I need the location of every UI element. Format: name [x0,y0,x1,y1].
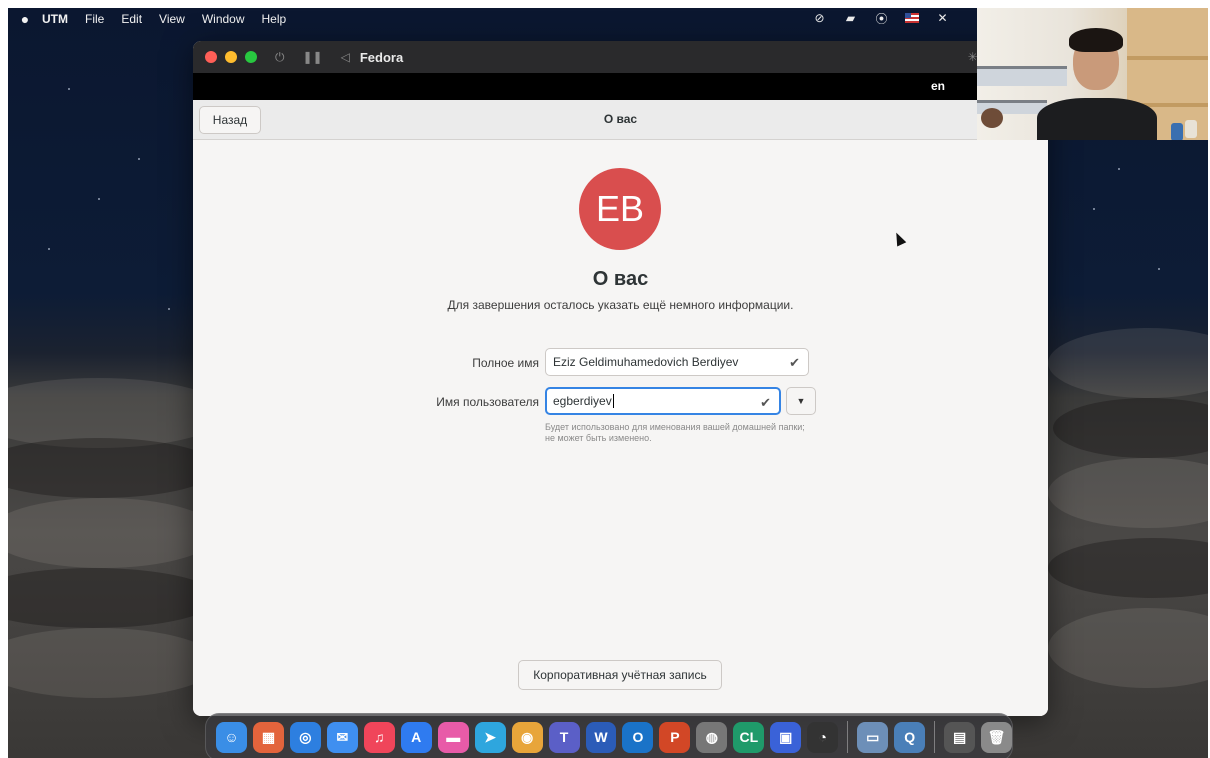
page-subtitle: Для завершения осталось указать ещё немн… [447,298,794,312]
about-you-page: EB О вас Для завершения осталось указать… [193,140,1048,716]
dock-preview-icon[interactable]: ▭ [857,721,889,753]
input-source-flag-icon[interactable] [905,13,919,23]
vpn-icon[interactable]: ⊘ [812,11,827,25]
username-field[interactable]: egberdiyev ✔ [545,387,781,415]
username-label: Имя пользователя [436,395,539,409]
dock-separator [934,721,936,753]
bluetooth-icon[interactable]: ✕ [935,11,950,25]
checkmark-icon: ✔ [760,395,771,410]
dock-trash-icon[interactable]: 🗑 [981,721,1013,753]
avatar[interactable]: EB [579,168,661,250]
dock-telegram-icon[interactable]: ➤ [474,721,506,753]
desktop: ● UTM File Edit View Window Help ⊘ ▰ ⦿ ✕… [8,8,1208,758]
dock-teams-icon[interactable]: T [548,721,580,753]
dock-mail-icon[interactable]: ✉ [326,721,358,753]
menu-help[interactable]: Help [262,12,287,26]
username-hint: Будет использовано для именования вашей … [545,422,805,443]
screen-share-icon[interactable]: ▰ [843,11,858,25]
menu-view[interactable]: View [159,12,185,26]
checkmark-icon: ✔ [789,355,800,370]
utm-titlebar: ⏻ ❚❚ ◁ Fedora ✳ ⤡ ▯ [193,41,1048,73]
dock-downloads-icon[interactable]: ▤ [944,721,976,753]
gnome-top-bar: en [193,73,1048,100]
dock-utm-icon[interactable]: ▣ [770,721,802,753]
headerbar-title: О вас [603,112,638,126]
dock-chrome-icon[interactable]: ◉ [511,721,543,753]
dock-disk-utility-icon[interactable]: ◍ [696,721,728,753]
fullname-label: Полное имя [472,356,539,370]
chevron-down-icon: ▼ [796,396,806,406]
dock-separator [847,721,849,753]
fullname-value: Eziz Geldimuhamedovich Berdiyev [553,355,739,369]
menu-app-name[interactable]: UTM [42,12,68,26]
setup-headerbar: Назад О вас [193,100,1048,140]
enterprise-login-button[interactable]: Корпоративная учётная запись [518,660,722,690]
minimize-window-button[interactable] [225,51,237,63]
username-dropdown-button[interactable]: ▼ [786,387,816,415]
utm-window: ⏻ ❚❚ ◁ Fedora ✳ ⤡ ▯ en Назад О вас EB О … [193,41,1048,716]
menu-window[interactable]: Window [202,12,245,26]
menubar-status-area: ⊘ ▰ ⦿ ✕ [812,11,950,26]
macos-dock: ☺ ▦ ◎ ✉ ♫ A ▬ ➤ ◉ T W O P ◍ CL ▣ ◔ ▭ Q ▤ 🗑 [205,713,1013,758]
dock-safari-icon[interactable]: ◎ [289,721,321,753]
dock-clion-icon[interactable]: CL [733,721,765,753]
page-title: О вас [592,268,649,290]
dock-music-icon[interactable]: ♫ [363,721,395,753]
restart-icon[interactable]: ◁ [341,50,350,64]
dock-word-icon[interactable]: W [585,721,617,753]
close-window-button[interactable] [205,51,217,63]
keyboard-layout-indicator[interactable]: en [931,79,945,93]
power-icon[interactable]: ⏻ [275,50,285,65]
webcam-overlay [977,8,1208,140]
record-icon[interactable]: ⦿ [874,11,889,26]
menu-file[interactable]: File [85,12,104,26]
dock-messages-icon[interactable]: ▬ [437,721,469,753]
dock-app-store-icon[interactable]: A [400,721,432,753]
dock-finder-icon[interactable]: ☺ [216,721,247,753]
vm-title: Fedora [359,49,404,65]
dock-obs-icon[interactable]: ◔ [807,721,839,753]
fullname-field[interactable]: Eziz Geldimuhamedovich Berdiyev ✔ [545,348,809,376]
dock-quicktime-icon[interactable]: Q [894,721,926,753]
dock-powerpoint-icon[interactable]: P [659,721,691,753]
dock-outlook-icon[interactable]: O [622,721,654,753]
dock-launchpad-icon[interactable]: ▦ [252,721,284,753]
username-value: egberdiyev [553,394,612,408]
pause-icon[interactable]: ❚❚ [303,50,323,64]
zoom-window-button[interactable] [245,51,257,63]
apple-menu-icon[interactable]: ● [8,11,42,27]
menu-edit[interactable]: Edit [121,12,142,26]
